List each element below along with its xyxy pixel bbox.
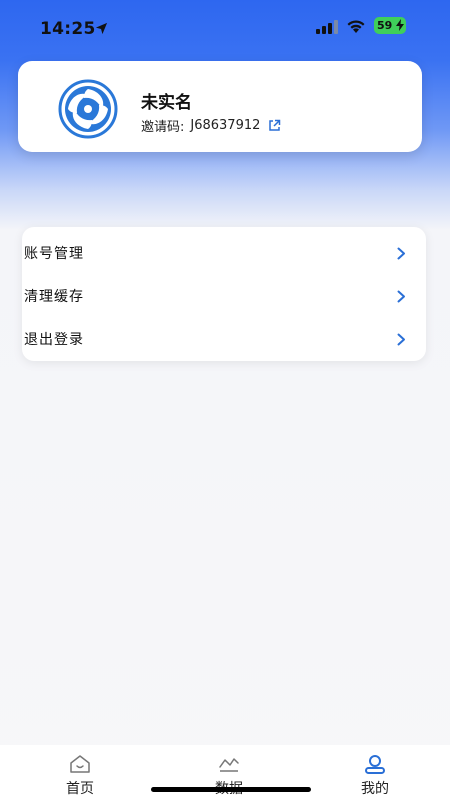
chevron-right-icon <box>397 333 405 345</box>
invite-code-row: 邀请码: J68637912 <box>141 116 281 135</box>
invite-code: J68637912 <box>190 118 261 133</box>
settings-menu: 账号管理 清理缓存 退出登录 <box>22 227 426 361</box>
status-bar: 14:25 59 <box>0 0 450 56</box>
location-arrow-icon <box>95 22 108 35</box>
chart-line-icon <box>219 758 239 772</box>
signal-icon <box>316 20 338 34</box>
menu-item-logout[interactable]: 退出登录 <box>22 318 426 360</box>
home-icon <box>70 755 90 773</box>
tab-label: 我的 <box>361 781 389 797</box>
profile-card[interactable]: 未实名 邀请码: J68637912 <box>18 61 422 152</box>
menu-item-account-management[interactable]: 账号管理 <box>22 232 426 274</box>
status-time: 14:25 <box>40 19 96 39</box>
battery-charging-icon: 59 <box>374 17 406 34</box>
chevron-right-icon <box>397 247 405 259</box>
home-indicator <box>151 787 311 792</box>
menu-item-clear-cache[interactable]: 清理缓存 <box>22 275 426 317</box>
tab-home[interactable]: 首页 <box>35 745 125 800</box>
bolt-icon <box>396 19 404 31</box>
battery-level: 59 <box>377 19 393 32</box>
user-icon <box>365 755 385 774</box>
tab-mine[interactable]: 我的 <box>330 745 420 800</box>
tab-label: 首页 <box>66 781 94 797</box>
swirl-logo-icon <box>58 79 118 139</box>
chevron-right-icon <box>397 290 405 302</box>
wifi-icon <box>347 20 365 33</box>
user-name: 未实名 <box>141 93 192 113</box>
invite-label: 邀请码: <box>141 120 185 135</box>
menu-item-label: 清理缓存 <box>24 289 84 305</box>
external-link-icon[interactable] <box>268 119 281 132</box>
menu-item-label: 退出登录 <box>24 332 84 348</box>
menu-item-label: 账号管理 <box>24 246 84 262</box>
screen: 14:25 59 未实名 邀请码: J68637912 账号管理 清理缓存 退出… <box>0 0 450 800</box>
